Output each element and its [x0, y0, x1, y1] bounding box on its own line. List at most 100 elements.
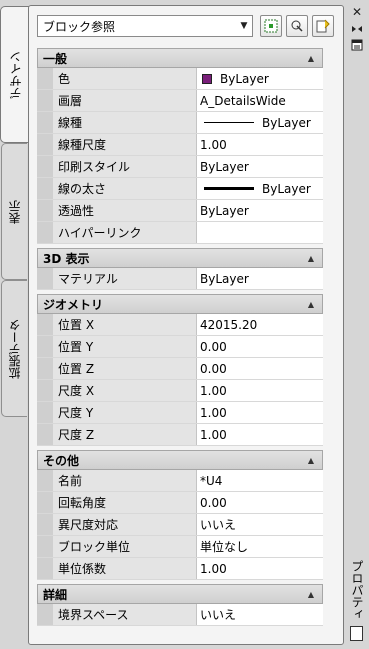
property-value[interactable]: ByLayer: [197, 268, 323, 289]
row-indent: [37, 402, 53, 423]
property-value[interactable]: いいえ: [197, 514, 323, 535]
collapse-caret-icon[interactable]: ▲: [308, 456, 314, 465]
property-value-text: ByLayer: [262, 181, 311, 196]
property-value[interactable]: 42015.20: [197, 314, 323, 335]
properties-palette: デザイン 表示 拡張データ ブロック参照 ▼ 一般 ▲ 色 ByLayer 画層…: [0, 0, 369, 649]
property-row-linetype[interactable]: 線種 ByLayer: [37, 112, 323, 134]
row-indent: [37, 268, 53, 289]
collapse-caret-icon[interactable]: ▲: [308, 54, 314, 63]
row-indent: [37, 134, 53, 155]
section-title: 詳細: [43, 587, 68, 602]
property-value[interactable]: いいえ: [197, 604, 323, 625]
row-indent: [37, 536, 53, 557]
section-title: 3D 表示: [43, 251, 90, 266]
section-other-header[interactable]: その他 ▲: [37, 450, 323, 470]
property-value[interactable]: 単位なし: [197, 536, 323, 557]
quick-select-button[interactable]: [312, 15, 334, 37]
property-row-position-y[interactable]: 位置 Y 0.00: [37, 336, 323, 358]
property-name: マテリアル: [53, 268, 197, 289]
section-geometry-header[interactable]: ジオメトリ ▲: [37, 294, 323, 314]
property-row-unit-factor[interactable]: 単位係数 1.00: [37, 558, 323, 580]
property-name: 境界スペース: [53, 604, 197, 625]
row-indent: [37, 380, 53, 401]
section-details-header[interactable]: 詳細 ▲: [37, 584, 323, 604]
row-indent: [37, 68, 53, 89]
property-row-linetype-scale[interactable]: 線種尺度 1.00: [37, 134, 323, 156]
tab-extended-data[interactable]: 拡張データ: [1, 280, 27, 417]
property-row-lineweight[interactable]: 線の太さ ByLayer: [37, 178, 323, 200]
section-general-header[interactable]: 一般 ▲: [37, 48, 323, 68]
row-indent: [37, 358, 53, 379]
property-row-color[interactable]: 色 ByLayer: [37, 68, 323, 90]
palette-toggle-icon[interactable]: [350, 626, 363, 641]
property-grid: 一般 ▲ 色 ByLayer 画層 A_DetailsWide 線種 ByLay…: [37, 48, 323, 626]
property-row-block-unit[interactable]: ブロック単位 単位なし: [37, 536, 323, 558]
row-indent: [37, 222, 53, 243]
property-row-plot-style[interactable]: 印刷スタイル ByLayer: [37, 156, 323, 178]
section-title: その他: [43, 453, 80, 468]
auto-hide-arrows-icon: [352, 26, 362, 32]
pickadd-icon: [264, 19, 278, 33]
palette-title: プロパティ: [350, 560, 364, 620]
row-indent: [37, 314, 53, 335]
property-name: 名前: [53, 470, 197, 491]
object-type-dropdown[interactable]: ブロック参照 ▼: [37, 15, 253, 37]
property-value[interactable]: ByLayer: [197, 200, 323, 221]
auto-hide-icon[interactable]: [350, 22, 364, 36]
property-row-material[interactable]: マテリアル ByLayer: [37, 268, 323, 290]
property-value[interactable]: 0.00: [197, 358, 323, 379]
row-indent: [37, 112, 53, 133]
property-value[interactable]: 1.00: [197, 558, 323, 579]
lineweight-preview-icon: [204, 187, 254, 190]
collapse-caret-icon[interactable]: ▲: [308, 590, 314, 599]
property-row-transparency[interactable]: 透過性 ByLayer: [37, 200, 323, 222]
row-indent: [37, 90, 53, 111]
property-row-position-z[interactable]: 位置 Z 0.00: [37, 358, 323, 380]
property-row-hyperlink[interactable]: ハイパーリンク: [37, 222, 323, 244]
property-value[interactable]: ByLayer: [197, 112, 323, 133]
property-value[interactable]: ByLayer: [197, 178, 323, 199]
property-value[interactable]: 1.00: [197, 380, 323, 401]
row-indent: [37, 604, 53, 625]
property-row-scale-y[interactable]: 尺度 Y 1.00: [37, 402, 323, 424]
palette-content: ブロック参照 ▼ 一般 ▲ 色 ByLayer 画層 A_DetailsWide…: [28, 5, 344, 645]
property-value[interactable]: A_DetailsWide: [197, 90, 323, 111]
property-value[interactable]: 1.00: [197, 424, 323, 445]
property-name: 位置 Z: [53, 358, 197, 379]
property-row-scale-x[interactable]: 尺度 X 1.00: [37, 380, 323, 402]
tab-extended-data-label: 拡張データ: [8, 318, 22, 379]
property-name: 異尺度対応: [53, 514, 197, 535]
property-value-text: ByLayer: [220, 71, 269, 86]
property-value[interactable]: ByLayer: [197, 156, 323, 177]
property-value[interactable]: 1.00: [197, 402, 323, 423]
property-name: ハイパーリンク: [53, 222, 197, 243]
properties-menu-icon[interactable]: [350, 38, 364, 52]
section-3d-header[interactable]: 3D 表示 ▲: [37, 248, 323, 268]
close-icon[interactable]: ✕: [350, 5, 364, 19]
property-row-rotation[interactable]: 回転角度 0.00: [37, 492, 323, 514]
property-row-annotative[interactable]: 異尺度対応 いいえ: [37, 514, 323, 536]
property-name: 印刷スタイル: [53, 156, 197, 177]
property-name: 位置 X: [53, 314, 197, 335]
property-value[interactable]: 0.00: [197, 336, 323, 357]
property-row-name[interactable]: 名前 *U4: [37, 470, 323, 492]
property-row-layer[interactable]: 画層 A_DetailsWide: [37, 90, 323, 112]
property-row-scale-z[interactable]: 尺度 Z 1.00: [37, 424, 323, 446]
property-row-position-x[interactable]: 位置 X 42015.20: [37, 314, 323, 336]
property-name: 位置 Y: [53, 336, 197, 357]
property-value[interactable]: ByLayer: [197, 68, 323, 89]
property-value[interactable]: *U4: [197, 470, 323, 491]
tab-design-label: デザイン: [8, 50, 23, 99]
toggle-pickadd-button[interactable]: [260, 15, 282, 37]
property-value[interactable]: 0.00: [197, 492, 323, 513]
collapse-caret-icon[interactable]: ▲: [308, 254, 314, 263]
section-title: ジオメトリ: [43, 297, 104, 312]
tab-display[interactable]: 表示: [1, 143, 27, 280]
select-objects-button[interactable]: [286, 15, 308, 37]
property-row-boundary-space[interactable]: 境界スペース いいえ: [37, 604, 323, 626]
property-value[interactable]: 1.00: [197, 134, 323, 155]
row-indent: [37, 424, 53, 445]
tab-design[interactable]: デザイン: [0, 6, 29, 143]
property-value[interactable]: [197, 222, 323, 243]
collapse-caret-icon[interactable]: ▲: [308, 300, 314, 309]
